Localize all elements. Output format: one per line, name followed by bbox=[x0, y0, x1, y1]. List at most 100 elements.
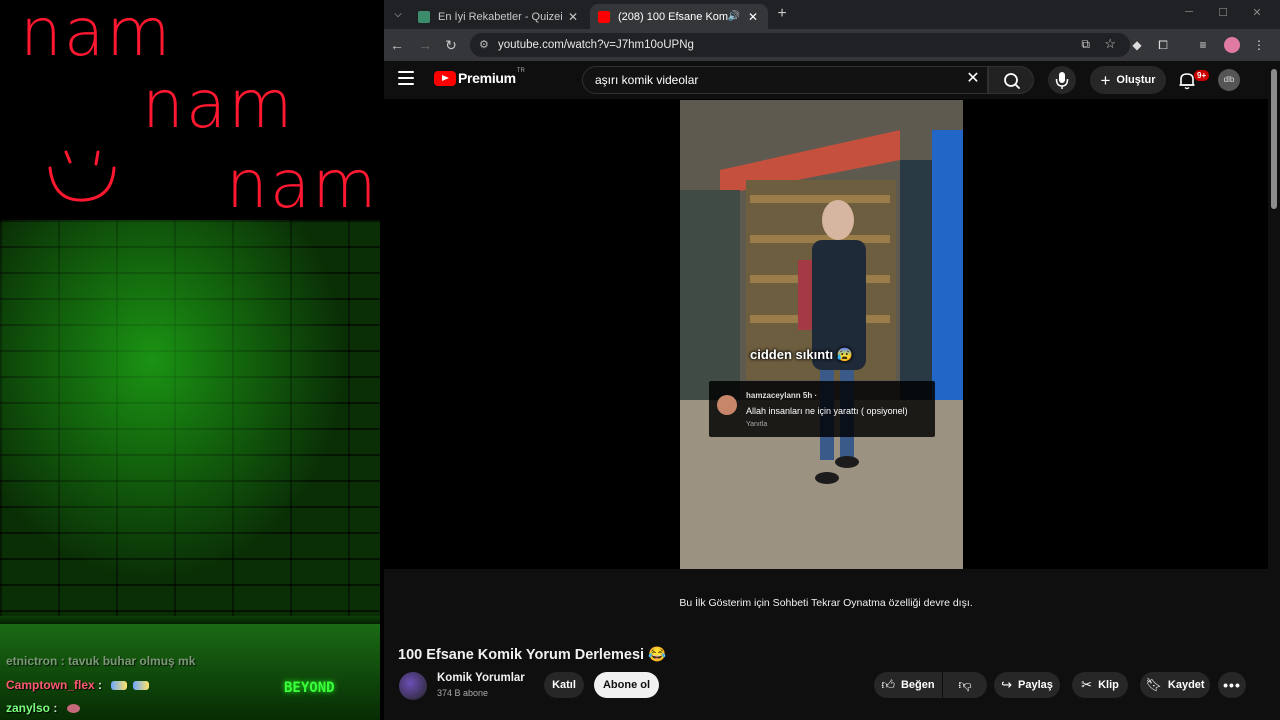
subscribe-label: Abone ol bbox=[602, 679, 651, 691]
channel-name[interactable]: Komik Yorumlar bbox=[437, 672, 525, 684]
clip-label: Klip bbox=[1098, 679, 1119, 691]
extensions-puzzle-icon[interactable]: ⧠ bbox=[1154, 36, 1172, 54]
channel-avatar[interactable] bbox=[399, 672, 427, 700]
logo-text: Premium bbox=[458, 70, 516, 86]
chat-text: : bbox=[98, 678, 103, 692]
address-bar[interactable]: ⚙ youtube.com/watch?v=J7hm10oUPNg ⧉ ☆ bbox=[470, 33, 1130, 57]
speaker-icon[interactable]: 🔊 bbox=[728, 11, 740, 22]
comment-overlay: hamzaceylann 5h · Allah insanları ne içi… bbox=[709, 381, 935, 437]
tab-quizei[interactable]: En İyi Rekabetler - Quizei ✕ bbox=[410, 4, 588, 29]
scroll-thumb[interactable] bbox=[1271, 69, 1277, 209]
chat-message: zanylso : bbox=[6, 701, 80, 715]
chat-username: zanylso bbox=[6, 701, 51, 715]
profile-avatar[interactable] bbox=[1224, 37, 1240, 53]
tab-search-dropdown-icon[interactable]: ⌵ bbox=[388, 5, 408, 23]
search-input[interactable]: aşırı komik videolar bbox=[582, 66, 988, 94]
install-app-icon[interactable]: ⧉ bbox=[1081, 37, 1090, 52]
create-label: Oluştur bbox=[1116, 74, 1156, 86]
save-button[interactable]: 🔖︎ Kaydet bbox=[1140, 672, 1210, 698]
video-player[interactable]: cidden sıkıntı 😰 hamzaceylann 5h · Allah… bbox=[384, 99, 1268, 569]
youtube-header: Premium TR aşırı komik videolar ✕ + Oluş… bbox=[384, 61, 1268, 99]
youtube-favicon-icon bbox=[598, 10, 610, 23]
comment-text: Allah insanları ne için yarattı ( opsiyo… bbox=[746, 406, 908, 416]
share-label: Paylaş bbox=[1018, 679, 1053, 691]
share-button[interactable]: ↪ Paylaş bbox=[994, 672, 1060, 698]
close-tab-icon[interactable]: ✕ bbox=[566, 10, 580, 24]
search-button[interactable] bbox=[988, 66, 1034, 94]
emote-icon bbox=[66, 704, 80, 714]
create-button[interactable]: + Oluştur bbox=[1090, 66, 1166, 94]
window-close-icon[interactable]: ✕ bbox=[1246, 6, 1268, 22]
scribble-text: nam bbox=[20, 0, 173, 71]
video-title: 100 Efsane Komik Yorum Derlemesi 😂 bbox=[398, 647, 667, 663]
subscriber-count: 374 B abone bbox=[437, 688, 489, 698]
search-query: aşırı komik videolar bbox=[595, 73, 699, 87]
chat-replay-notice: Bu İlk Gösterim için Sohbeti Tekrar Oyna… bbox=[679, 597, 973, 609]
browser-toolbar: ← → ↻ ⚙ youtube.com/watch?v=J7hm10oUPNg … bbox=[384, 29, 1280, 61]
tab-title: En İyi Rekabetler - Quizei bbox=[438, 10, 563, 23]
chat-message: etnictron : tavuk buhar olmuş mk bbox=[6, 654, 195, 668]
comment-reply-label: Yanıtla bbox=[746, 421, 768, 428]
account-avatar[interactable]: dlb bbox=[1218, 69, 1240, 91]
microphone-icon bbox=[1055, 72, 1069, 89]
bookmark-icon: 🔖︎ bbox=[1145, 677, 1162, 692]
tab-strip: ⌵ En İyi Rekabetler - Quizei ✕ (208) 100… bbox=[384, 0, 1280, 29]
tab-title: (208) 100 Efsane Komik Yorum bbox=[618, 10, 728, 23]
quiz-favicon-icon bbox=[418, 10, 430, 23]
brick-wall-background bbox=[0, 220, 380, 620]
youtube-play-icon bbox=[434, 70, 456, 86]
back-icon[interactable]: ← bbox=[388, 36, 406, 54]
chat-text: : bbox=[53, 701, 58, 715]
clip-button[interactable]: ✂ Klip bbox=[1072, 672, 1128, 698]
media-control-icon[interactable]: ≡ bbox=[1194, 36, 1212, 54]
extension-icon[interactable]: ◆ bbox=[1128, 36, 1146, 54]
notification-badge: 9+ bbox=[1194, 70, 1210, 81]
commenter-avatar bbox=[717, 395, 737, 415]
subscribe-button[interactable]: Abone ol bbox=[594, 672, 659, 698]
clear-search-icon[interactable]: ✕ bbox=[964, 70, 982, 88]
save-label: Kaydet bbox=[1167, 679, 1205, 691]
voice-search-button[interactable] bbox=[1048, 66, 1076, 94]
scribble-text: nam bbox=[226, 146, 379, 223]
like-label: Beğen bbox=[900, 679, 935, 691]
thumbs-up-icon: 👍︎ bbox=[881, 677, 895, 692]
comment-username: hamzaceylann 5h · bbox=[746, 391, 818, 400]
scribble-text: nam bbox=[142, 66, 295, 143]
forward-icon[interactable]: → bbox=[416, 36, 434, 54]
join-label: Katıl bbox=[552, 679, 576, 691]
video-frame[interactable]: cidden sıkıntı 😰 hamzaceylann 5h · Allah… bbox=[680, 100, 963, 569]
browser-menu-icon[interactable]: ⋮ bbox=[1250, 36, 1268, 54]
video-caption: cidden sıkıntı 😰 bbox=[750, 347, 853, 362]
video-scene bbox=[680, 100, 963, 569]
site-info-icon[interactable]: ⚙ bbox=[479, 38, 489, 51]
menu-icon[interactable] bbox=[398, 71, 414, 85]
stream-logo: BEYOND bbox=[284, 680, 335, 696]
screen: nam nam nam etnictron : tavuk buhar olmu… bbox=[0, 0, 1280, 720]
join-button[interactable]: Katıl bbox=[544, 672, 584, 698]
reload-icon[interactable]: ↻ bbox=[442, 36, 460, 54]
stream-overlay: nam nam nam etnictron : tavuk buhar olmu… bbox=[0, 0, 380, 720]
more-actions-icon[interactable]: ••• bbox=[1218, 672, 1246, 698]
chat-username: etnictron bbox=[6, 654, 58, 668]
like-button[interactable]: 👍︎ Beğen bbox=[874, 672, 942, 698]
chat-message: Camptown_flex : bbox=[6, 678, 150, 692]
share-icon: ↪ bbox=[1001, 677, 1013, 692]
page-scrollbar[interactable] bbox=[1268, 61, 1280, 720]
minimize-icon[interactable]: ─ bbox=[1178, 6, 1200, 22]
browser-window: ⌵ En İyi Rekabetler - Quizei ✕ (208) 100… bbox=[384, 0, 1280, 720]
thumbs-down-icon: 👎︎ bbox=[958, 677, 972, 692]
maximize-icon[interactable]: ☐ bbox=[1212, 6, 1234, 22]
emote-icon bbox=[111, 681, 128, 691]
dislike-button[interactable]: 👎︎ bbox=[943, 672, 987, 698]
close-tab-icon[interactable]: ✕ bbox=[746, 10, 760, 24]
new-tab-button[interactable]: + bbox=[772, 5, 792, 23]
plus-icon: + bbox=[1100, 70, 1111, 90]
chat-text: : tavuk buhar olmuş mk bbox=[60, 654, 196, 668]
youtube-logo[interactable]: Premium TR bbox=[434, 68, 525, 86]
logo-region: TR bbox=[516, 68, 525, 74]
emote-icon bbox=[133, 681, 150, 691]
scissors-icon: ✂ bbox=[1081, 677, 1093, 692]
bookmark-star-icon[interactable]: ☆ bbox=[1104, 36, 1116, 52]
tab-youtube[interactable]: (208) 100 Efsane Komik Yorum 🔊 ✕ bbox=[590, 4, 768, 29]
chat-username: Camptown_flex bbox=[6, 678, 95, 692]
